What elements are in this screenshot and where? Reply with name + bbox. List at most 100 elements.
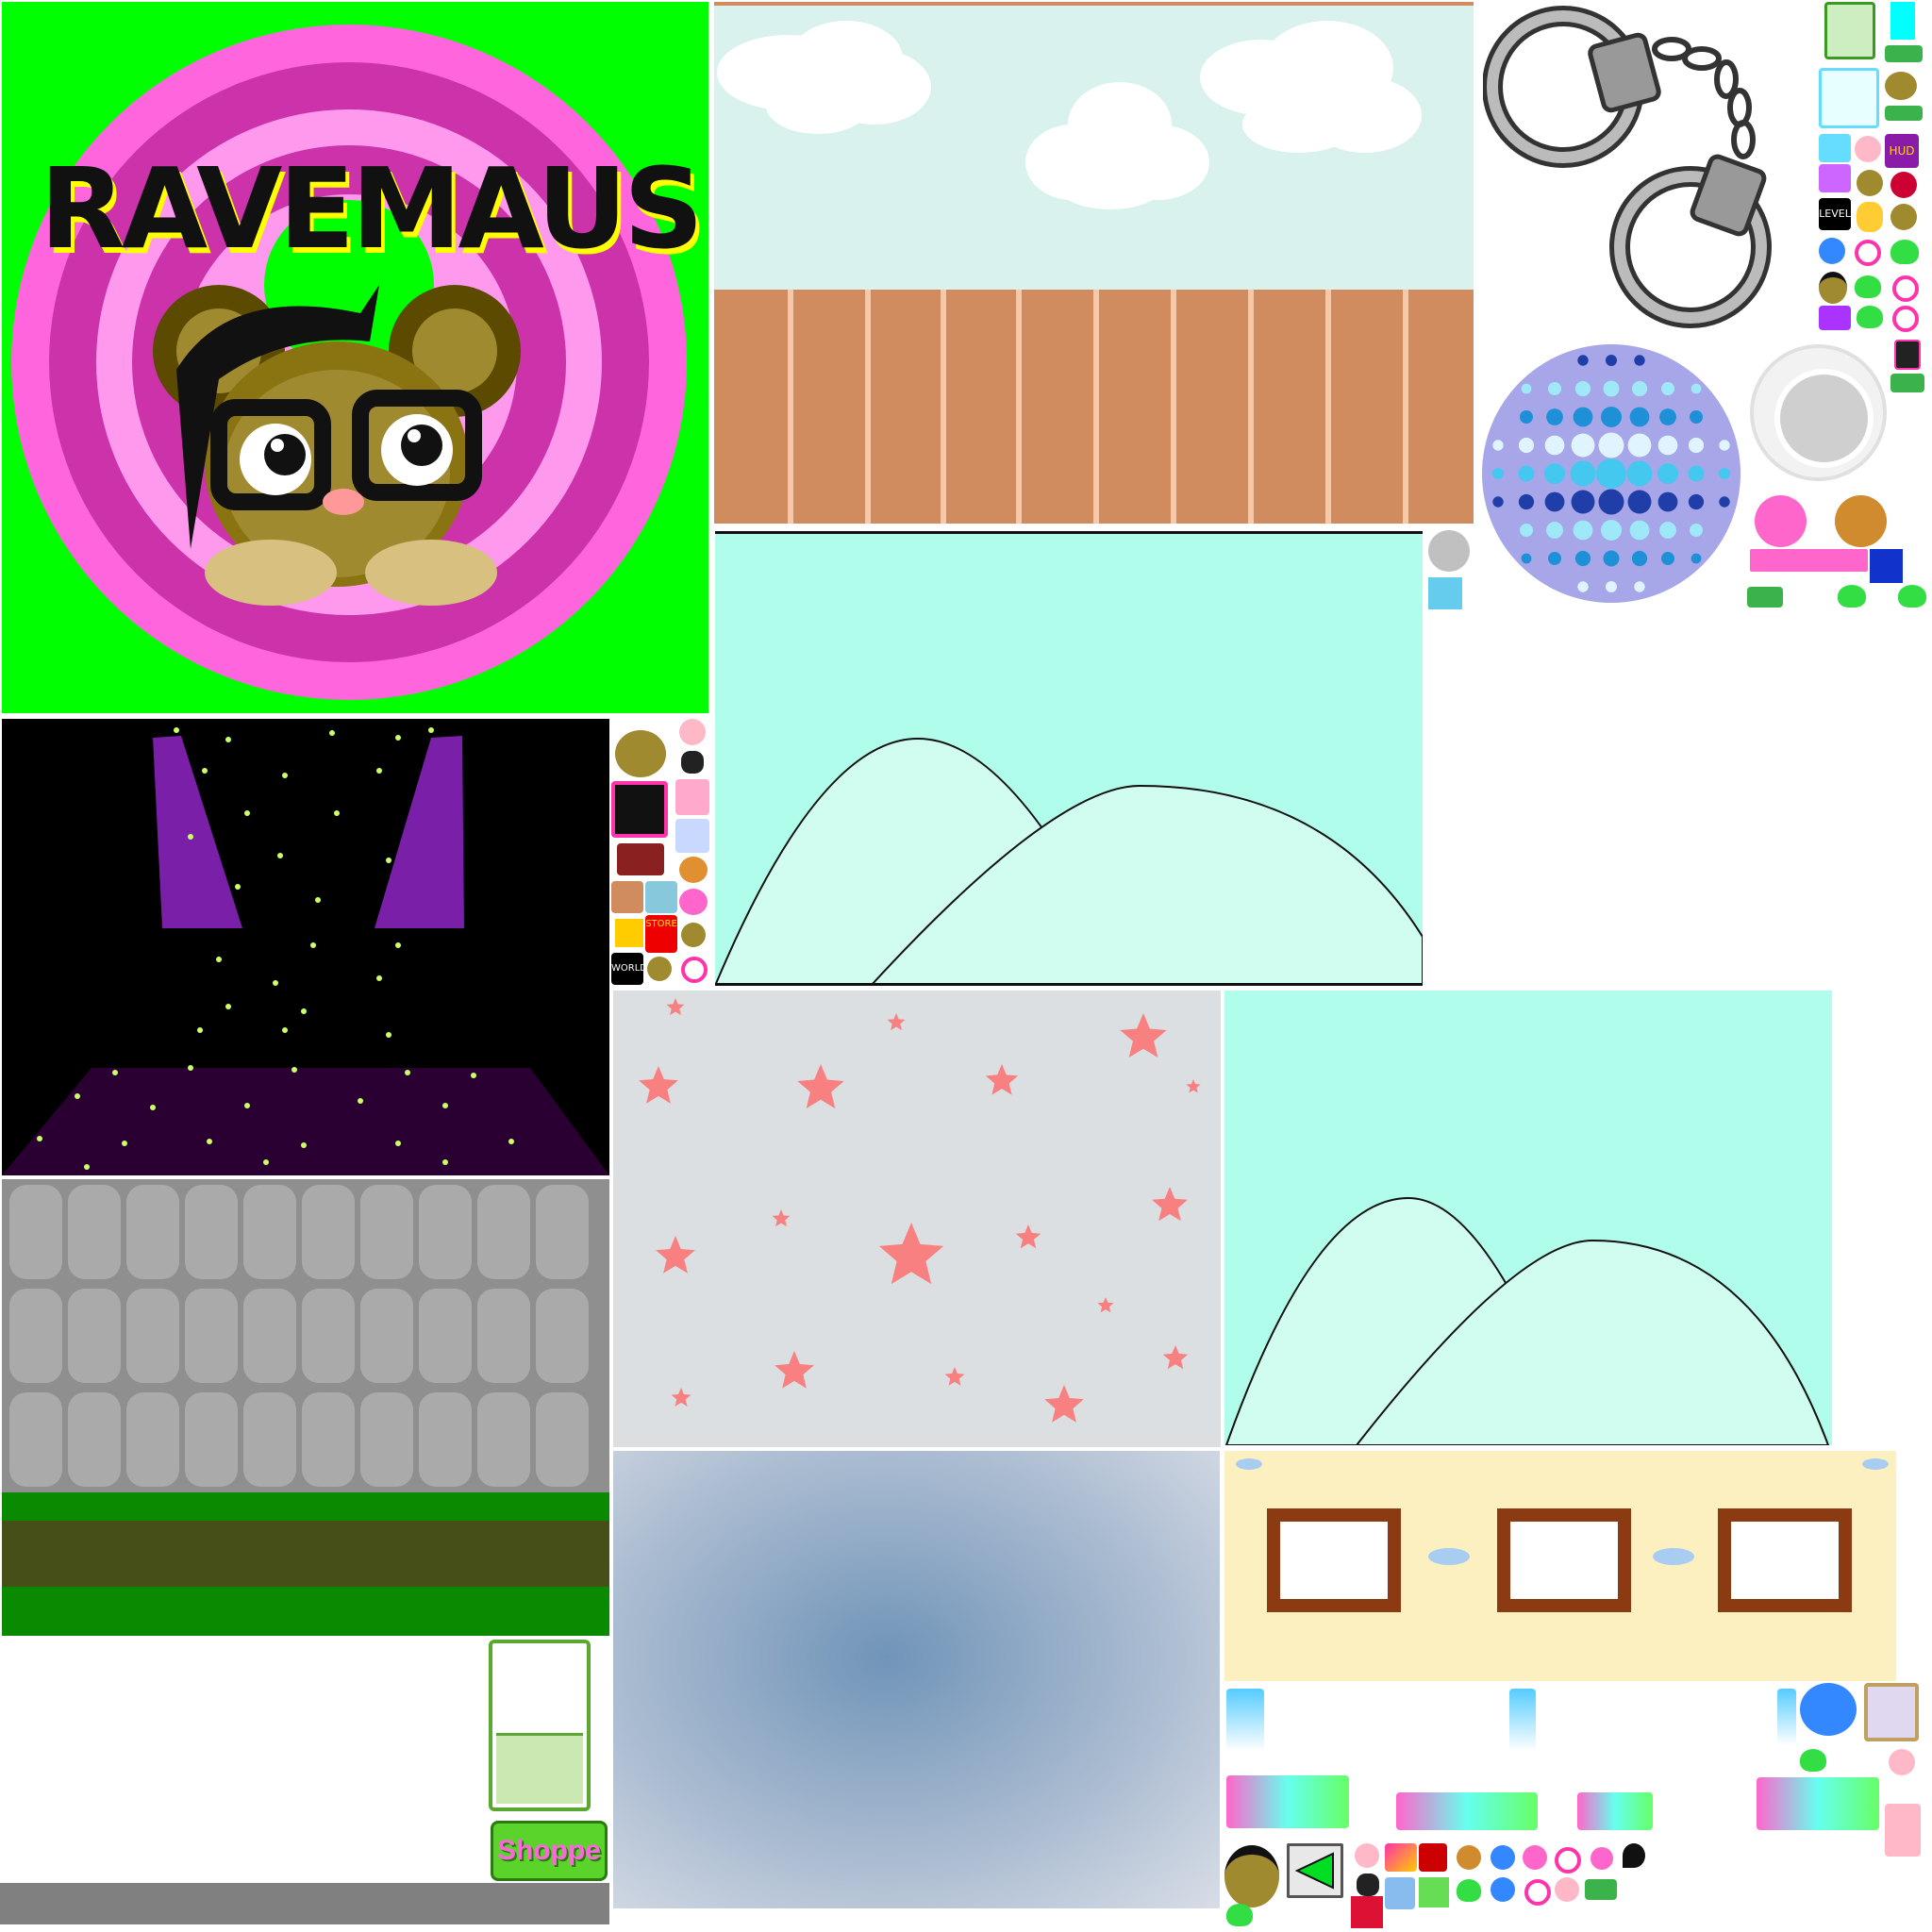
- pig-icon: [1889, 1749, 1915, 1775]
- icicle-icon: [1226, 1689, 1264, 1751]
- blue-haze-background: [613, 1451, 1220, 1908]
- grass-tile-icon: [1585, 1879, 1617, 1900]
- blue-mouse-icon: [1800, 1683, 1857, 1736]
- fence-tile-icon: [611, 881, 643, 913]
- sprite-strip-mid: STORE WORLD: [611, 717, 715, 991]
- mouse-head-icon: [615, 730, 666, 777]
- water-tile-icon: [1819, 134, 1851, 162]
- window-tile-icon: [645, 881, 677, 913]
- coil-spring-icon: [681, 751, 704, 774]
- handcuffs-sprite: [1482, 2, 1785, 330]
- pink-mouse-icon: [1591, 1847, 1613, 1870]
- mint-hills-background-2: [1224, 991, 1832, 1445]
- hud-icon: HUD: [1885, 134, 1919, 168]
- drop-icon: [1623, 1843, 1645, 1868]
- gray-ball-icon: [1428, 530, 1470, 572]
- lantern-icon: [1857, 202, 1883, 232]
- mouse-head-icon: [679, 857, 708, 883]
- star-tile-icon: [1864, 1683, 1919, 1741]
- blue-mouse-icon: [1491, 1877, 1515, 1902]
- ice-block-icon: [1428, 577, 1462, 609]
- mint-hills-background: [715, 531, 1423, 986]
- pig-icon: [679, 719, 706, 745]
- pink-ring-icon: [1892, 306, 1919, 332]
- shoppe-button-label: Shoppe: [497, 1835, 601, 1866]
- pipe-button-icon: [1824, 2, 1875, 59]
- ravemaus-face-icon: [1819, 272, 1847, 304]
- mouse-head-icon: [1457, 1845, 1481, 1870]
- green-slime-icon: [1800, 1749, 1826, 1772]
- pink-ring-icon: [681, 957, 708, 983]
- pig-icon: [1555, 1877, 1579, 1902]
- red-door-icon: [1419, 1843, 1447, 1872]
- room-wall-background: [1224, 1451, 1896, 1681]
- pink-mouse-icon: [679, 889, 708, 915]
- sun-tile-icon: [675, 819, 709, 853]
- icicle-icon: [1509, 1689, 1536, 1751]
- green-slime-icon: [1838, 585, 1866, 608]
- blue-block-icon: [1870, 549, 1903, 583]
- ice-tile-icon: [1819, 68, 1879, 128]
- blue-mouse-icon: [1819, 238, 1845, 264]
- pink-ring-icon: [1524, 1879, 1551, 1906]
- grass-tile-icon: [1890, 374, 1924, 392]
- pink-ring-icon: [1555, 1847, 1581, 1874]
- door-icon: [1894, 340, 1921, 370]
- ravemaus-face-icon: [1224, 1845, 1279, 1907]
- pink-mouse-icon: [1755, 495, 1807, 547]
- stone-wall-background: [2, 1179, 609, 1636]
- cyan-square-icon: [1890, 2, 1915, 40]
- handcuffs-icon: [1482, 6, 1772, 328]
- rave-lights-icon: [1396, 1792, 1538, 1830]
- mouse-head-icon: [1890, 204, 1917, 230]
- sky-fence-background: [714, 2, 1474, 524]
- grass-tile-icon: [1885, 106, 1923, 121]
- mouse-head-icon: [681, 923, 706, 947]
- shoppe-button[interactable]: Shoppe: [491, 1821, 608, 1881]
- green-slime-icon: [1898, 585, 1926, 608]
- rave-lights-icon: [1757, 1777, 1879, 1830]
- pink-platform-icon: [1750, 549, 1868, 572]
- tv-screen-icon: [611, 781, 668, 838]
- purple-bow-icon: [1819, 306, 1851, 330]
- blue-mouse-icon: [1491, 1845, 1515, 1870]
- mouse-head-icon: [1835, 495, 1887, 547]
- grass-tile-icon: [1747, 587, 1783, 608]
- green-left-arrow-icon[interactable]: [1287, 1843, 1343, 1898]
- trophy-icon: [1885, 1804, 1921, 1857]
- logo-title: RAVEMAUS: [40, 143, 704, 274]
- pink-stars-background: [613, 991, 1221, 1447]
- green-slime-icon: [1457, 1879, 1481, 1902]
- mouse-head-icon: [1885, 72, 1917, 100]
- coil-spring-icon: [1357, 1874, 1379, 1896]
- gray-ground-bar: [0, 1883, 609, 1924]
- green-slime-icon: [1855, 275, 1881, 298]
- fountain-icon: [1385, 1877, 1415, 1909]
- night-stage-background: [2, 719, 609, 1175]
- disco-ball-icon: [1482, 344, 1740, 603]
- pink-stripe-icon: [675, 779, 709, 815]
- pig-icon: [1355, 1843, 1379, 1868]
- sprite-strip-top-right: HUD LEVEL: [1819, 2, 1930, 398]
- rave-lights-icon: [1577, 1792, 1653, 1830]
- logo-panel: RAVEMAUS: [2, 2, 708, 713]
- item-card-frame: [489, 1640, 591, 1811]
- cheese-icon: [615, 919, 643, 947]
- purple-tile-icon: [1819, 164, 1851, 192]
- mouse-head-icon: [647, 957, 672, 981]
- pink-ring-icon: [1855, 240, 1881, 266]
- icicle-icon: [1777, 1689, 1796, 1745]
- world-sign-icon: WORLD: [611, 953, 647, 985]
- space-invader-icon: [617, 843, 664, 875]
- green-slime-icon: [1857, 306, 1883, 328]
- pig-icon: [1855, 136, 1881, 162]
- disco-ball-sprite: [1479, 341, 1743, 606]
- grass-tile-icon: [1885, 45, 1923, 62]
- rave-lights-icon: [1226, 1775, 1349, 1828]
- mouse-head-icon: [1857, 170, 1883, 196]
- level-label-icon: LEVEL: [1819, 198, 1851, 230]
- pink-mouse-icon: [1523, 1845, 1547, 1870]
- sprite-strip-bottom-right: [1223, 1683, 1930, 1930]
- heart-icon: [1890, 172, 1917, 198]
- pink-ring-icon: [1892, 275, 1919, 302]
